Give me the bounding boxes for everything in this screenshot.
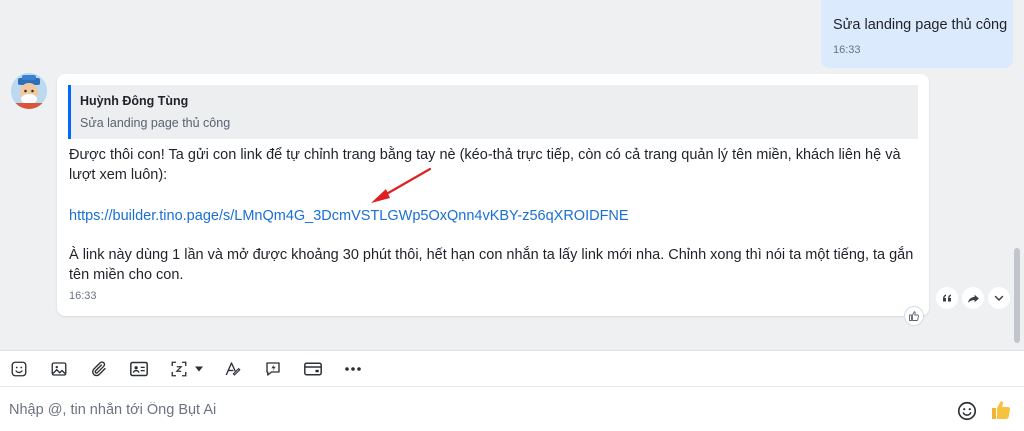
received-message-time: 16:33 [69, 290, 97, 302]
thumbs-up-icon [992, 401, 1011, 419]
payment-card-button[interactable] [302, 359, 324, 379]
composer-toolbar [0, 350, 1024, 386]
payment-card-icon [304, 362, 322, 376]
emoji-icon [957, 401, 977, 421]
received-message-bubble[interactable]: Huỳnh Đông Tùng Sửa landing page thủ côn… [57, 74, 929, 326]
image-icon [51, 362, 67, 376]
screenshot-options-button[interactable] [192, 359, 206, 379]
caret-down-icon [195, 366, 203, 372]
quote-author: Huỳnh Đông Tùng [80, 94, 189, 108]
reaction-like-button[interactable] [904, 306, 924, 326]
attach-button[interactable] [88, 359, 110, 379]
quoted-message[interactable]: Huỳnh Đông Tùng Sửa landing page thủ côn… [68, 85, 918, 139]
chat-area: Sửa landing page thủ công 16:33 Huỳnh Đô… [0, 0, 1024, 350]
quote-icon [943, 294, 951, 302]
sent-message-time: 16:33 [833, 44, 861, 56]
forward-icon [967, 294, 979, 303]
more-options-button[interactable] [988, 287, 1010, 309]
sent-message-bubble[interactable]: Sửa landing page thủ công 16:33 [821, 0, 1013, 68]
quick-like-button[interactable] [989, 398, 1013, 422]
avatar[interactable] [11, 73, 47, 109]
text-format-icon [225, 362, 241, 376]
emoji-button[interactable] [956, 400, 978, 422]
message-paragraph-2: À link này dùng 1 lần và mở được khoảng … [69, 247, 914, 283]
more-tools-button[interactable] [342, 359, 364, 379]
builder-link[interactable]: https://builder.tino.page/s/LMnQm4G_3Dcm… [69, 206, 919, 226]
sticker-icon [11, 361, 27, 377]
quick-message-button[interactable] [262, 359, 284, 379]
quick-message-icon [266, 362, 280, 376]
screenshot-button[interactable] [168, 359, 190, 379]
thumbs-up-outline-icon [909, 311, 919, 321]
contact-card-button[interactable] [128, 359, 150, 379]
quote-text: Sửa landing page thủ công [80, 116, 231, 130]
sticker-button[interactable] [8, 359, 30, 379]
quote-button[interactable] [936, 287, 958, 309]
forward-button[interactable] [962, 287, 984, 309]
sent-message-text: Sửa landing page thủ công [833, 17, 1008, 33]
message-composer [0, 386, 1024, 431]
image-button[interactable] [48, 359, 70, 379]
chat-scrollbar[interactable] [1014, 248, 1020, 343]
screenshot-icon [171, 361, 187, 377]
attach-icon [92, 361, 106, 377]
contact-card-icon [130, 361, 148, 377]
more-icon [345, 367, 361, 371]
message-input[interactable] [9, 400, 909, 420]
message-body: Được thôi con! Ta gửi con link để tự chỉ… [69, 145, 919, 285]
text-format-button[interactable] [222, 359, 244, 379]
message-paragraph-1: Được thôi con! Ta gửi con link để tự chỉ… [69, 147, 901, 183]
chevron-down-icon [994, 295, 1004, 301]
